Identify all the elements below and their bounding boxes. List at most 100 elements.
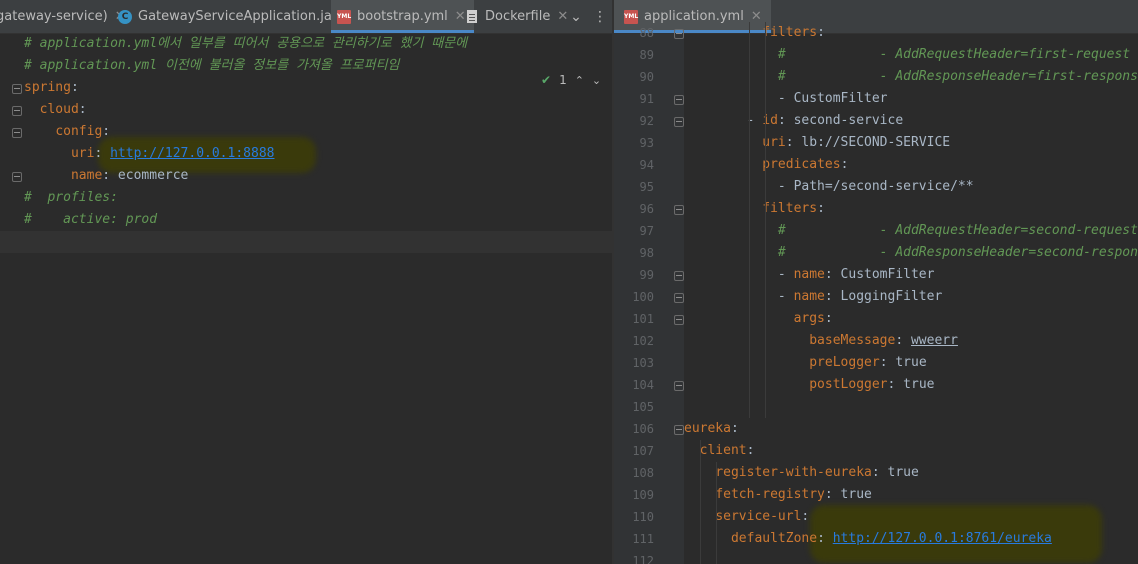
indent-guide bbox=[765, 22, 766, 418]
line-number: 99 bbox=[639, 268, 654, 282]
fold-icon[interactable] bbox=[12, 84, 22, 94]
code-line: - name: LoggingFilter bbox=[684, 286, 942, 308]
fold-icon[interactable] bbox=[674, 205, 684, 215]
code-line: config: bbox=[24, 121, 110, 143]
code-line: eureka: bbox=[684, 418, 739, 440]
inspection-count: 1 bbox=[559, 73, 567, 87]
code-line: preLogger: true bbox=[684, 352, 927, 374]
yaml-key: service-url bbox=[715, 509, 802, 524]
indent-guide bbox=[716, 462, 717, 564]
code-line: # - AddRequestHeader=first-request bbox=[684, 44, 1130, 66]
line-number: 95 bbox=[639, 180, 654, 194]
code-text: - bbox=[684, 267, 794, 282]
fold-icon[interactable] bbox=[674, 117, 684, 127]
right-code-editor[interactable]: 88 filters: 89 # - AddRequestHeader=first… bbox=[614, 22, 1138, 564]
line-number: 92 bbox=[639, 114, 654, 128]
code-text: : bbox=[824, 311, 833, 326]
fold-icon[interactable] bbox=[674, 95, 684, 105]
line-number: 106 bbox=[632, 422, 654, 436]
tab-dockerfile[interactable]: Dockerfile ✕ bbox=[467, 0, 568, 33]
fold-icon[interactable] bbox=[674, 315, 684, 325]
fold-icon[interactable] bbox=[12, 106, 22, 116]
yaml-key: baseMessage bbox=[809, 333, 896, 348]
code-line: # application.yml 이전에 불러올 정보를 가져올 프로퍼티임 bbox=[24, 55, 400, 77]
line-number: 90 bbox=[639, 70, 654, 84]
chevron-down-icon[interactable]: ⌄ bbox=[592, 74, 601, 87]
fold-icon[interactable] bbox=[674, 381, 684, 391]
code-text: : bbox=[78, 102, 87, 117]
line-number: 94 bbox=[639, 158, 654, 172]
comment-text: # application.yml 이전에 불러올 정보를 가져올 프로퍼티임 bbox=[24, 58, 400, 73]
fold-icon[interactable] bbox=[674, 425, 684, 435]
line-number: 107 bbox=[632, 444, 654, 458]
code-line: register-with-eureka: true bbox=[684, 462, 919, 484]
url-link[interactable]: http://127.0.0.1:8888 bbox=[110, 146, 274, 161]
line-number: 97 bbox=[639, 224, 654, 238]
code-line: uri: lb://SECOND-SERVICE bbox=[684, 132, 950, 154]
chevron-down-icon[interactable]: ⌄ bbox=[564, 0, 588, 33]
code-text: : bbox=[70, 80, 79, 95]
fold-icon[interactable] bbox=[12, 172, 22, 182]
code-line: filters: bbox=[684, 198, 825, 220]
fold-icon[interactable] bbox=[12, 128, 22, 138]
code-line: baseMessage: wweerr bbox=[684, 330, 958, 352]
tab-gateway-service[interactable]: gateway-service) ✕ bbox=[0, 0, 126, 33]
code-text: : bbox=[817, 25, 825, 40]
yaml-value: wweerr bbox=[910, 333, 958, 348]
right-editor-pane: YML application.yml ✕ 88 filters: 89 # - … bbox=[614, 0, 1138, 564]
line-number: 103 bbox=[632, 356, 654, 370]
inspection-widget[interactable]: ✔ 1 ⌃ ⌄ bbox=[541, 73, 601, 87]
code-line: - CustomFilter bbox=[684, 88, 888, 110]
code-text: : true bbox=[824, 487, 872, 502]
line-number: 89 bbox=[639, 48, 654, 62]
line-number: 111 bbox=[632, 532, 654, 546]
code-text: : true bbox=[879, 355, 927, 370]
tab-label: Dockerfile bbox=[485, 9, 551, 24]
line-number: 98 bbox=[639, 246, 654, 260]
tab-label: GatewayServiceApplication.java bbox=[138, 9, 348, 24]
code-text: - CustomFilter bbox=[684, 91, 888, 106]
code-text: : lb://SECOND-SERVICE bbox=[785, 135, 951, 150]
tab-bootstrap-yml[interactable]: YML bootstrap.yml ✕ bbox=[331, 0, 474, 33]
yaml-key: predicates bbox=[762, 157, 841, 172]
yaml-key: uri bbox=[70, 146, 95, 161]
code-text: - bbox=[684, 289, 794, 304]
code-line: defaultZone: http://127.0.0.1:8761/eurek… bbox=[684, 528, 1052, 550]
yaml-key: name bbox=[70, 168, 103, 183]
url-link[interactable]: http://127.0.0.1:8761/eureka bbox=[833, 531, 1052, 546]
line-number: 96 bbox=[639, 202, 654, 216]
code-line: # application.yml에서 일부를 띠어서 공용으로 관리하기로 했… bbox=[24, 33, 467, 55]
comment-text: # active: prod bbox=[24, 212, 158, 227]
checkmark-icon: ✔ bbox=[541, 73, 552, 87]
yaml-key: args bbox=[793, 311, 825, 326]
close-icon[interactable]: ✕ bbox=[455, 9, 466, 24]
fold-icon[interactable] bbox=[674, 29, 684, 39]
current-line-highlight bbox=[0, 231, 612, 253]
yaml-key: name bbox=[793, 267, 825, 282]
fold-icon[interactable] bbox=[674, 271, 684, 281]
yaml-key: fetch-registry bbox=[715, 487, 825, 502]
left-code-editor[interactable]: # application.yml에서 일부를 띠어서 공용으로 관리하기로 했… bbox=[0, 33, 612, 564]
yaml-key: postLogger bbox=[809, 377, 888, 392]
code-text: : bbox=[840, 157, 849, 172]
tab-gateway-service-application[interactable]: C GatewayServiceApplication.java ✕ bbox=[118, 0, 365, 33]
indent-guide bbox=[700, 440, 701, 564]
code-text: : bbox=[817, 531, 833, 546]
java-class-icon: C bbox=[118, 9, 132, 24]
fold-icon[interactable] bbox=[674, 293, 684, 303]
code-line: predicates: bbox=[684, 154, 848, 176]
yaml-key: preLogger bbox=[809, 355, 880, 370]
code-text: : second-service bbox=[777, 113, 904, 128]
more-icon[interactable]: ⋮ bbox=[590, 0, 610, 33]
chevron-up-icon[interactable]: ⌃ bbox=[575, 74, 584, 87]
